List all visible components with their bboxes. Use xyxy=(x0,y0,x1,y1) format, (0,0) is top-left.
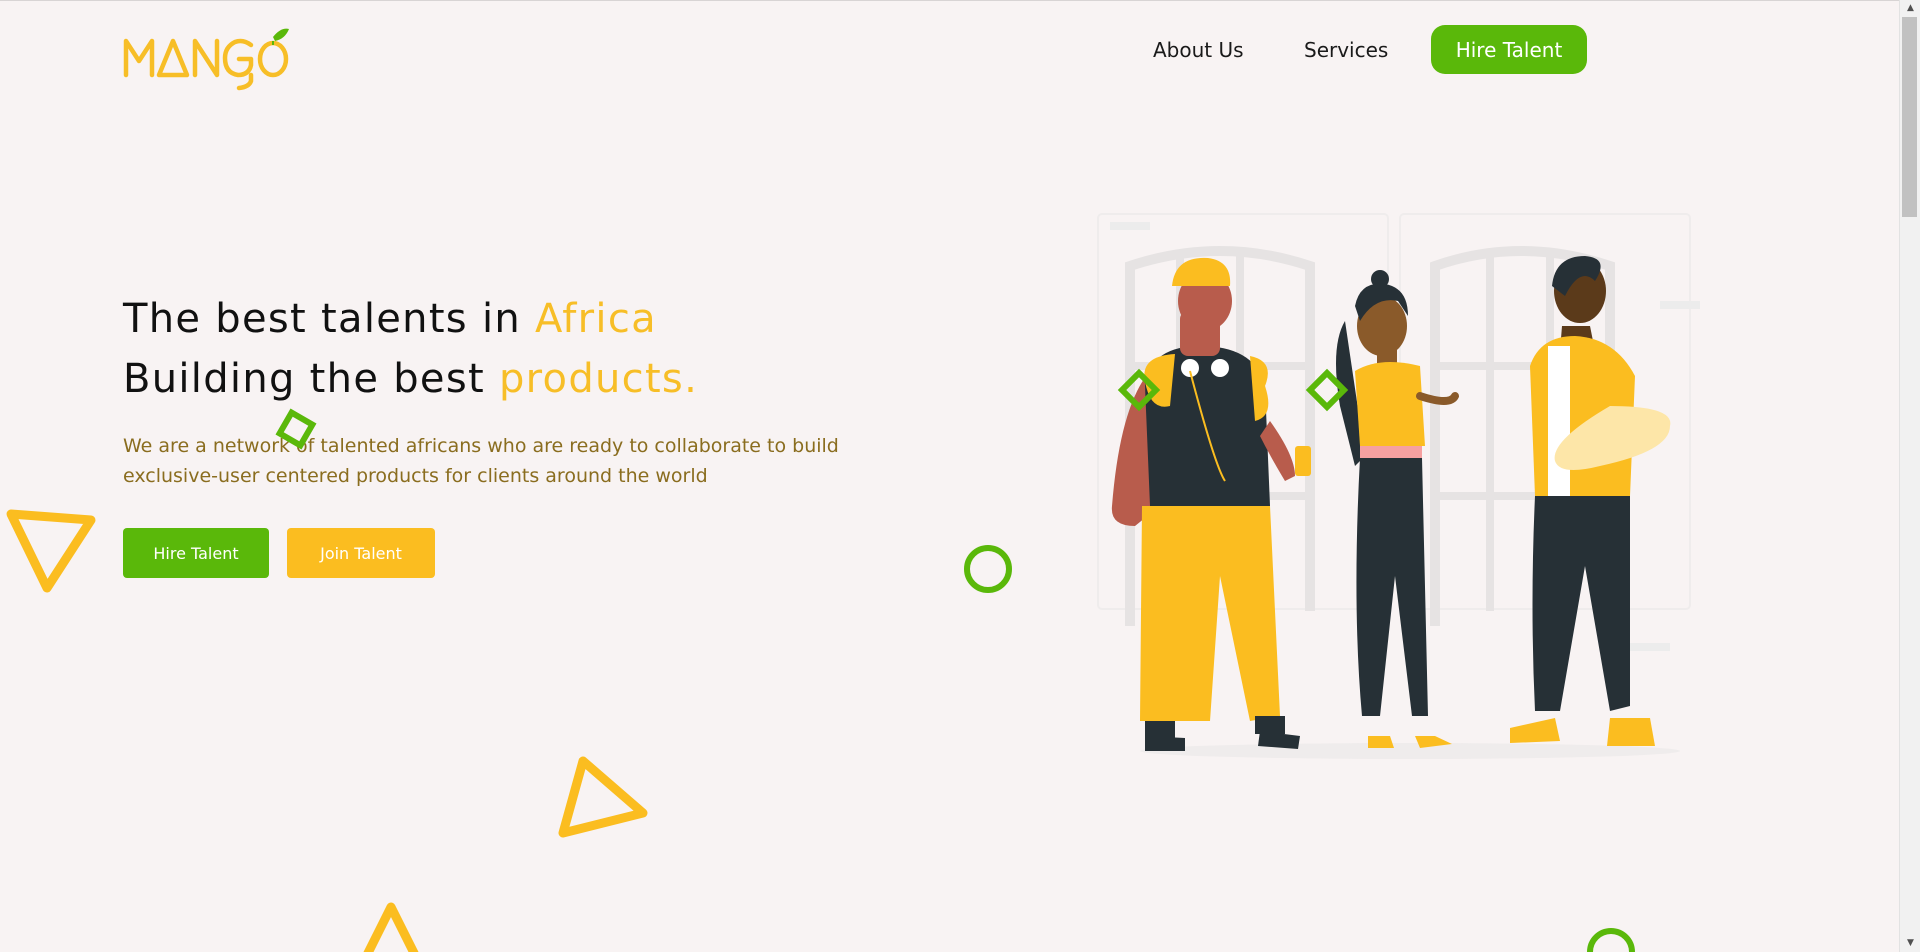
headline-accent-products: products. xyxy=(498,356,699,402)
headline-line-1-text: The best talents in xyxy=(123,296,536,342)
circle-outline-icon xyxy=(964,545,1012,593)
mango-logo-icon xyxy=(123,28,289,91)
three-people-illustration xyxy=(1097,213,1700,759)
headline-line-2-text: Building the best xyxy=(123,356,499,402)
hero-subtext: We are a network of talented africans wh… xyxy=(123,435,839,487)
landing-page: About Us Services Hire Talent The best t… xyxy=(0,0,1899,952)
hero-headline: The best talents in Africa Building the … xyxy=(123,289,698,409)
triangle-outline-icon xyxy=(558,756,648,838)
headline-line-2: Building the best products. xyxy=(123,349,698,409)
circle-outline-icon xyxy=(1587,928,1635,952)
scroll-up-arrow-icon[interactable]: ▲ xyxy=(1900,0,1920,17)
headline-line-1: The best talents in Africa xyxy=(123,289,698,349)
nav-services[interactable]: Services xyxy=(1304,25,1388,75)
scroll-down-arrow-icon[interactable]: ▼ xyxy=(1900,935,1920,952)
scrollbar-thumb[interactable] xyxy=(1902,17,1917,217)
join-talent-button[interactable]: Join Talent xyxy=(287,528,435,578)
mango-logo[interactable] xyxy=(123,25,293,91)
hire-talent-button[interactable]: Hire Talent xyxy=(123,528,269,578)
nav-about-us[interactable]: About Us xyxy=(1153,25,1244,75)
nav-hire-talent-button[interactable]: Hire Talent xyxy=(1431,25,1587,74)
vertical-scrollbar[interactable]: ▲ ▼ xyxy=(1899,0,1920,952)
triangle-outline-icon xyxy=(6,509,96,593)
diamond-outline-icon xyxy=(275,408,317,450)
triangle-outline-icon xyxy=(363,902,419,952)
headline-accent-africa: Africa xyxy=(535,296,657,342)
